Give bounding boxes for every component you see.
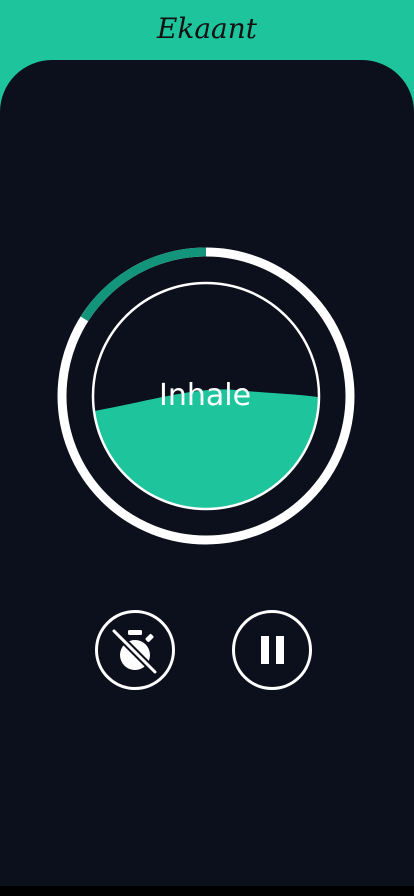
app-title: Ekaant	[156, 12, 258, 45]
pause-icon	[261, 636, 284, 664]
pause-button[interactable]	[232, 610, 312, 690]
app-logo: Ekaant	[156, 12, 258, 45]
breath-phase-label: Inhale	[158, 378, 252, 413]
timer-toggle-button[interactable]	[95, 610, 175, 690]
system-navigation-bar	[0, 886, 414, 896]
timer-off-icon	[110, 627, 159, 676]
